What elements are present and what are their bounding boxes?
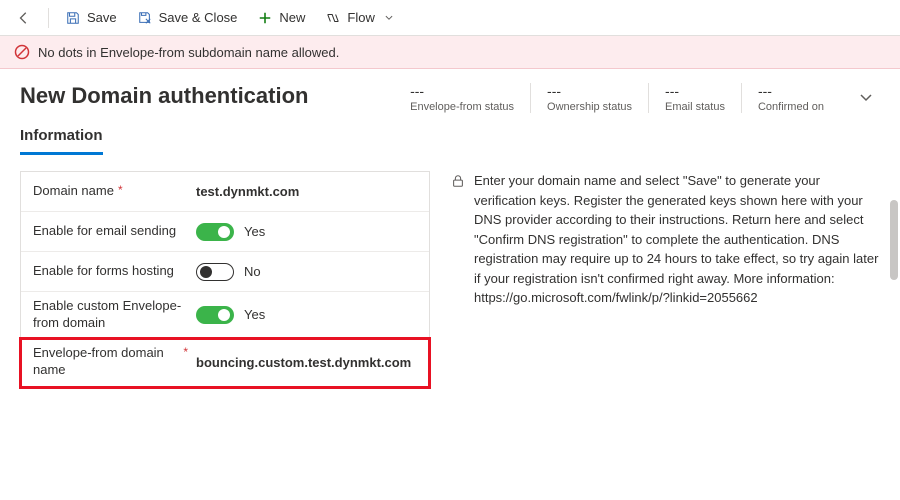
help-panel: Enter your domain name and select "Save"… [450,171,880,388]
new-label: New [279,10,305,25]
toggle-text: No [244,264,261,279]
field-custom-envelope: Enable custom Envelope-from domain Yes [21,292,429,339]
status-confirmed[interactable]: --- Confirmed on [741,83,840,113]
status-summary: --- Envelope-from status --- Ownership s… [394,83,880,113]
status-ownership[interactable]: --- Ownership status [530,83,648,113]
help-text: Enter your domain name and select "Save"… [474,171,880,388]
field-label: Enable custom Envelope-from domain [33,298,188,332]
lock-icon [450,173,466,189]
status-email[interactable]: --- Email status [648,83,741,113]
back-arrow-icon [16,10,32,26]
form-section: Domain name* test.dynmkt.com Enable for … [20,171,430,388]
save-button[interactable]: Save [57,6,125,30]
back-button[interactable] [8,6,40,30]
field-forms-hosting: Enable for forms hosting No [21,252,429,292]
error-message: No dots in Envelope-from subdomain name … [38,45,339,60]
flow-label: Flow [347,10,374,25]
expand-chevron-icon[interactable] [858,90,874,106]
field-domain-name[interactable]: Domain name* test.dynmkt.com [21,172,429,212]
envelope-domain-value: bouncing.custom.test.dynmkt.com [196,355,411,370]
save-icon [65,10,81,26]
chevron-down-icon [381,10,397,26]
field-label: Domain name [33,183,114,200]
tab-information[interactable]: Information [20,121,103,155]
domain-name-value: test.dynmkt.com [196,184,299,199]
required-icon: * [118,183,123,199]
page-title: New Domain authentication [20,83,308,109]
toggle-forms-hosting[interactable] [196,263,234,281]
save-close-label: Save & Close [159,10,238,25]
field-email-sending: Enable for email sending Yes [21,212,429,252]
tab-bar: Information [0,121,900,155]
save-label: Save [87,10,117,25]
field-label: Enable for forms hosting [33,263,174,280]
save-close-icon [137,10,153,26]
separator [48,8,49,28]
toggle-custom-envelope[interactable] [196,306,234,324]
scrollbar-thumb[interactable] [890,200,898,280]
new-button[interactable]: New [249,6,313,30]
flow-icon [325,10,341,26]
toggle-text: Yes [244,307,265,322]
error-banner: No dots in Envelope-from subdomain name … [0,36,900,69]
toggle-email-sending[interactable] [196,223,234,241]
save-close-button[interactable]: Save & Close [129,6,246,30]
page-header: New Domain authentication --- Envelope-f… [0,69,900,121]
field-label: Envelope-from domain name [33,345,179,379]
flow-button[interactable]: Flow [317,6,404,30]
blocked-icon [14,44,30,60]
command-bar: Save Save & Close New Flow [0,0,900,36]
field-envelope-domain-name[interactable]: Envelope-from domain name* bouncing.cust… [21,339,429,387]
plus-icon [257,10,273,26]
field-label: Enable for email sending [33,223,176,240]
toggle-text: Yes [244,224,265,239]
status-envelope[interactable]: --- Envelope-from status [394,83,530,113]
content-area: Domain name* test.dynmkt.com Enable for … [0,155,900,404]
